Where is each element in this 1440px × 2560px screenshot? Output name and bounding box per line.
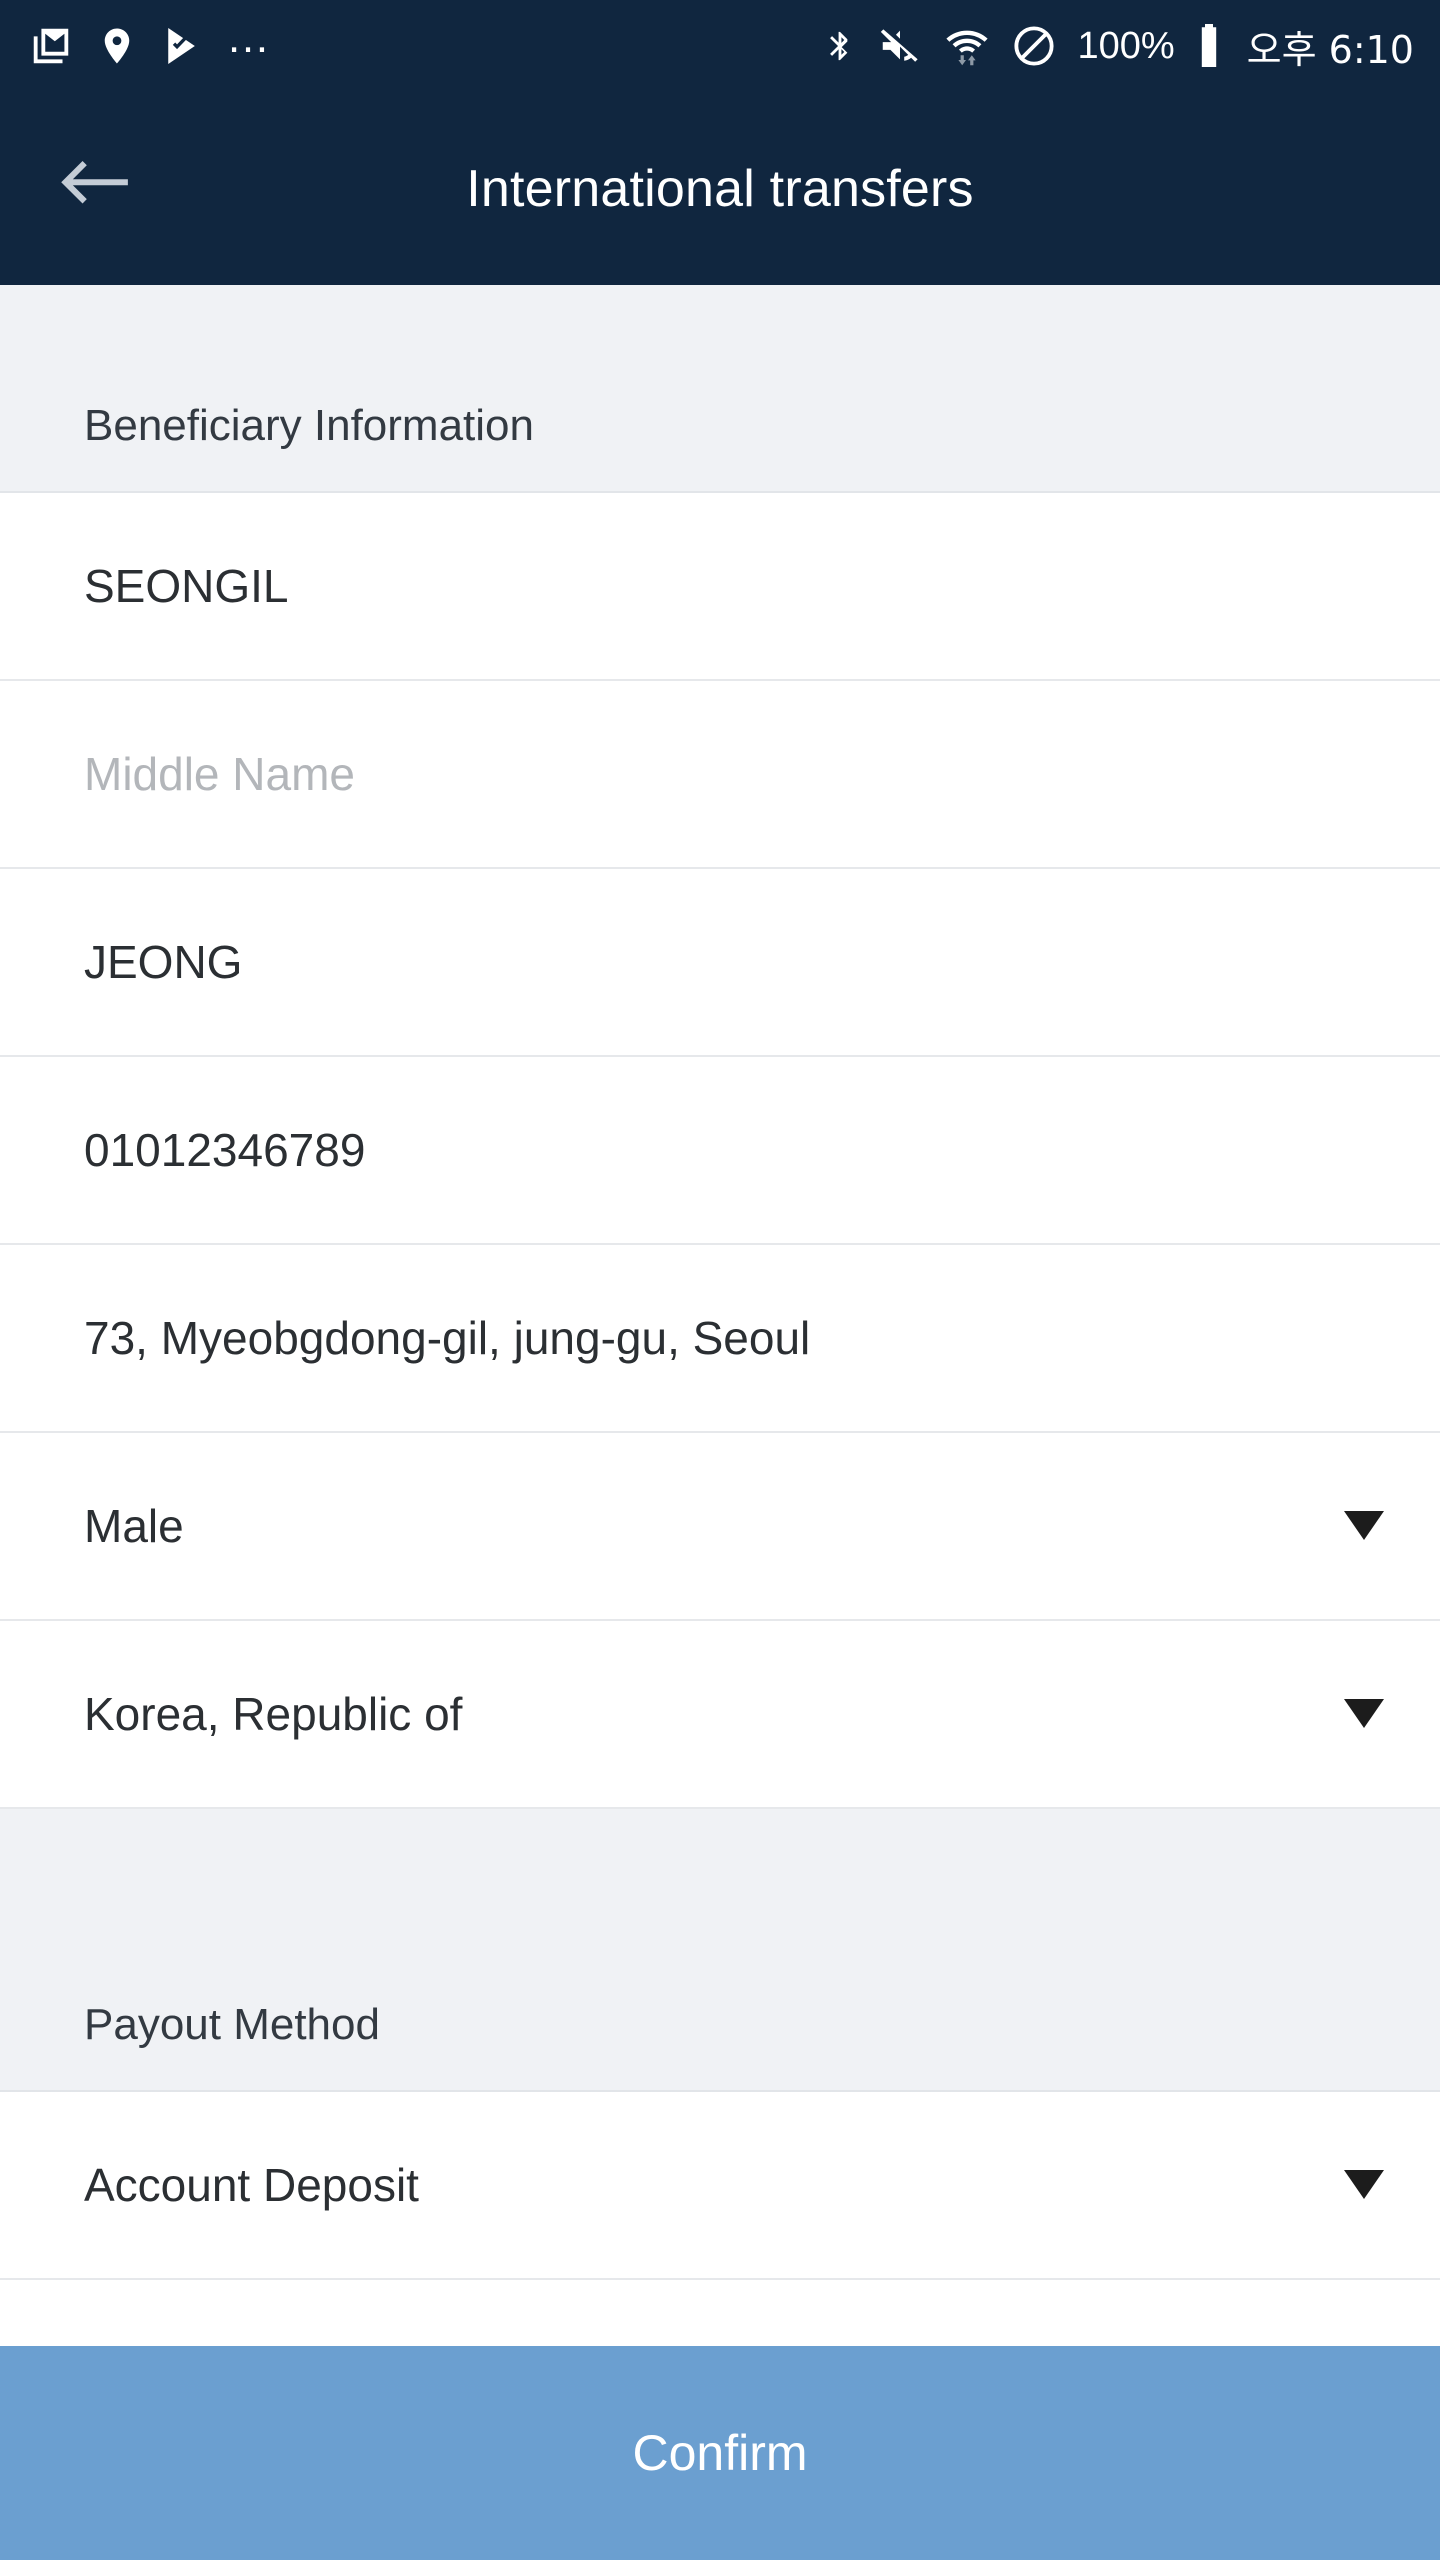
do-not-disturb-icon: [1011, 23, 1057, 69]
wifi-icon: [943, 22, 991, 70]
address-value: 73, Myeobgdong-gil, jung-gu, Seoul: [84, 1312, 811, 1364]
field-phone-number[interactable]: 01012346789: [0, 1057, 1440, 1245]
field-country[interactable]: Korea, Republic of: [0, 1621, 1440, 1809]
gmail-icon: [28, 23, 74, 69]
middle-name-value: Middle Name: [84, 748, 355, 800]
chevron-down-icon[interactable]: [1344, 1511, 1384, 1541]
back-arrow-icon: [54, 155, 132, 222]
confirm-button-label: Confirm: [632, 2425, 808, 2481]
battery-icon: [1195, 22, 1223, 70]
bluetooth-icon: [823, 22, 857, 70]
play-store-icon: [160, 23, 204, 69]
first-name-value: SEONGIL: [84, 560, 289, 612]
section-title: Beneficiary Information: [84, 401, 534, 450]
section-header-beneficiary: Beneficiary Information: [0, 285, 1440, 493]
battery-percent-label: 100%: [1077, 24, 1175, 67]
confirm-button[interactable]: Confirm: [0, 2346, 1440, 2560]
app-root: … 100% 오후 6:10 International transfers B…: [0, 0, 1440, 2560]
field-last-name[interactable]: JEONG: [0, 869, 1440, 1057]
status-bar: … 100% 오후 6:10: [0, 0, 1440, 92]
gender-value: Male: [84, 1500, 184, 1552]
page-title: International transfers: [466, 159, 974, 218]
app-bar: International transfers: [0, 92, 1440, 285]
chevron-down-icon[interactable]: [1344, 1699, 1384, 1729]
back-button[interactable]: [48, 144, 138, 234]
location-pin-icon: [96, 23, 138, 69]
form-content: Beneficiary Information SEONGIL Middle N…: [0, 285, 1440, 2346]
field-gender[interactable]: Male: [0, 1433, 1440, 1621]
field-payout-method[interactable]: Account Deposit: [0, 2092, 1440, 2280]
payout-method-value: Account Deposit: [84, 2159, 419, 2211]
last-name-value: JEONG: [84, 936, 243, 988]
status-clock: 오후 6:10: [1246, 27, 1414, 72]
status-bar-right-icons: 100% 오후 6:10: [823, 19, 1414, 74]
field-middle-name[interactable]: Middle Name: [0, 681, 1440, 869]
chevron-down-icon[interactable]: [1344, 2170, 1384, 2200]
field-address[interactable]: 73, Myeobgdong-gil, jung-gu, Seoul: [0, 1245, 1440, 1433]
country-value: Korea, Republic of: [84, 1688, 463, 1740]
status-bar-left-icons: …: [28, 13, 823, 69]
field-first-name[interactable]: SEONGIL: [0, 493, 1440, 681]
section-title: Payout Method: [84, 2000, 380, 2049]
phone-number-value: 01012346789: [84, 1124, 366, 1176]
volume-mute-icon: [877, 23, 923, 69]
status-overflow-icon: …: [226, 13, 273, 62]
section-header-payout: Payout Method: [0, 1809, 1440, 2092]
